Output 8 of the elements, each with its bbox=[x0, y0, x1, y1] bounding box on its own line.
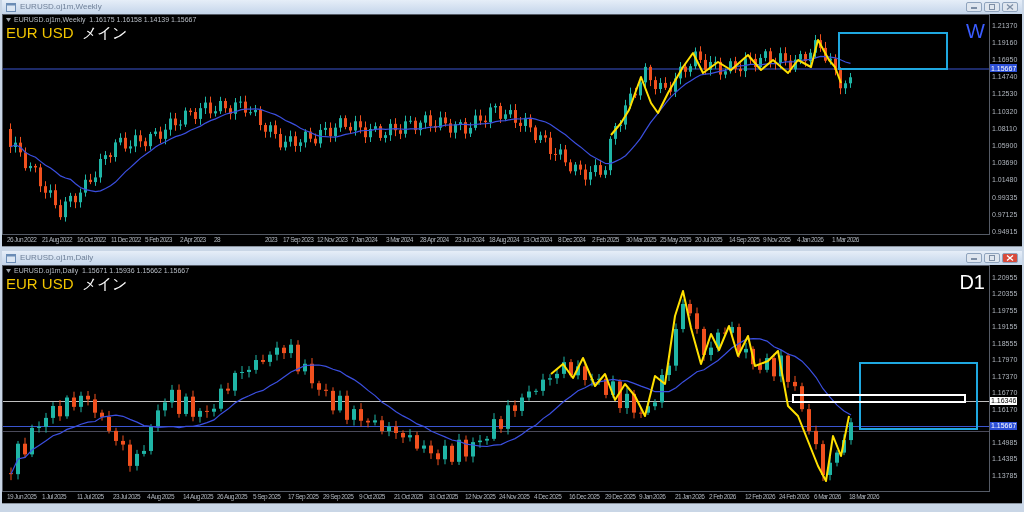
timeframe-label: D1 bbox=[959, 272, 985, 292]
window-title: EURUSD.oj1m,Daily bbox=[20, 254, 94, 262]
chart-label: メイン bbox=[81, 276, 127, 291]
symbol-label: EUR USD bbox=[6, 25, 74, 40]
chart-label: メイン bbox=[81, 25, 127, 40]
timeframe-label: W bbox=[966, 21, 985, 41]
symbol-label: EUR USD bbox=[6, 276, 74, 291]
window-title: EURUSD.oj1m,Weekly bbox=[20, 3, 102, 11]
